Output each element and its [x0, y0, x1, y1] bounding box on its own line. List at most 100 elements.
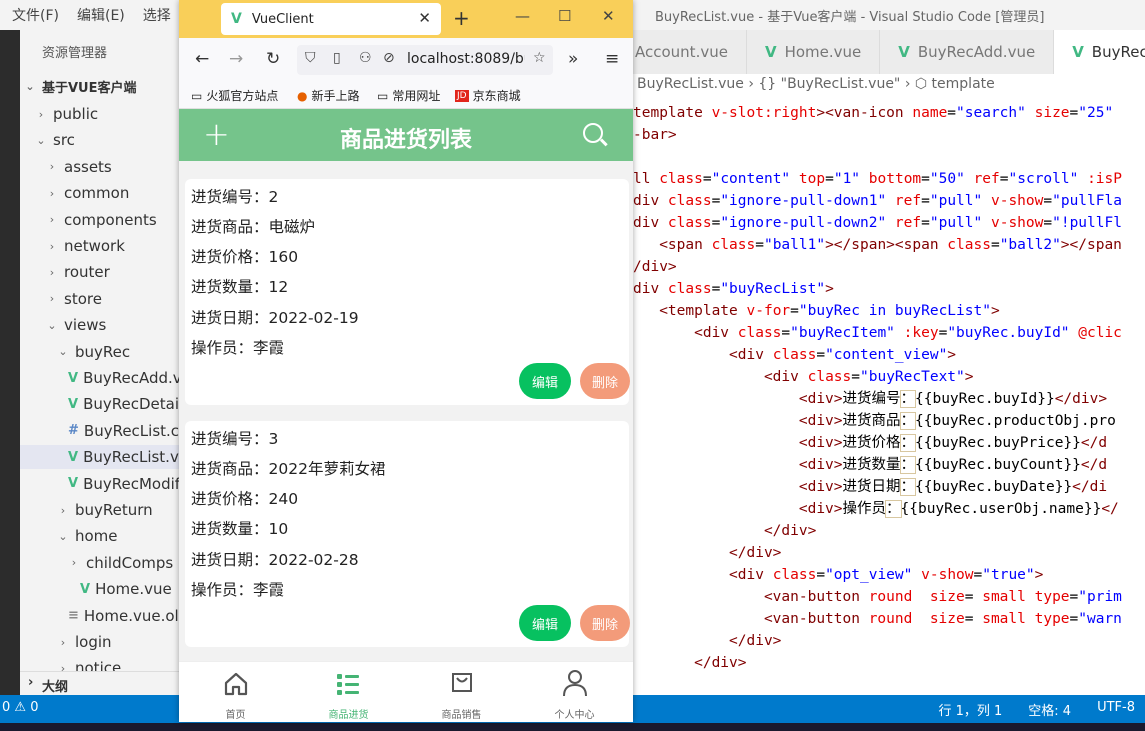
problems-count[interactable]: 0 ⚠ 0 — [2, 700, 38, 715]
reload-icon[interactable]: ↻ — [266, 49, 280, 69]
tree-item[interactable]: #BuyRecList.css — [20, 419, 180, 443]
code-line: <div>进货编号：{{buyRec.buyId}}</div> — [633, 390, 1108, 408]
menu-icon[interactable]: ≡ — [605, 49, 619, 69]
window-close-icon[interactable]: ✕ — [602, 7, 615, 25]
buyrec-card[interactable]: 进货编号：3 进货商品：2022年萝莉女裙 进货价格：240 进货数量：10 进… — [185, 421, 630, 647]
chevron-right-icon: › — [49, 186, 55, 200]
delete-button[interactable]: 删除 — [580, 605, 630, 641]
cursor-position[interactable]: 行 1，列 1 — [938, 700, 1002, 719]
tree-item[interactable]: › router — [20, 260, 180, 284]
tracking-icon[interactable]: ⊘ — [383, 50, 395, 66]
tree-item[interactable]: VBuyRecAdd.vue — [20, 366, 180, 390]
code-line: template v-slot:right><van-icon name="se… — [633, 105, 1114, 121]
chevron-right-icon: › — [60, 635, 66, 649]
tab-profile[interactable]: 个人中心 — [518, 662, 631, 722]
tree-item[interactable]: ⌄ buyRec — [20, 340, 180, 364]
buy-count: 进货数量：10 — [191, 520, 289, 538]
tree-item[interactable]: › buyReturn — [20, 498, 180, 522]
tab-sales[interactable]: 商品销售 — [405, 662, 518, 722]
tab-home[interactable]: 首页 — [179, 662, 292, 722]
tree-item[interactable]: › common — [20, 181, 180, 205]
project-root[interactable]: ⌄ 基于VUE客户端 — [20, 74, 180, 98]
minimize-icon[interactable]: — — [515, 7, 530, 25]
chevron-down-icon: ⌄ — [58, 529, 68, 543]
bookmark-item[interactable]: JD 京东商城 — [455, 87, 521, 104]
shield-icon[interactable]: ⛉ — [305, 50, 316, 66]
delete-button[interactable]: 删除 — [580, 363, 630, 399]
tree-item[interactable]: VBuyRecDetail.vue — [20, 392, 180, 416]
code-line: <van-button round size= small type="warn — [633, 611, 1122, 627]
code-editor[interactable]: Account.vue V Home.vue V BuyRecAdd.vue V Bu… — [633, 30, 1145, 695]
tree-item-label: views — [64, 316, 107, 335]
tree-item[interactable]: › network — [20, 234, 180, 258]
tree-item-label: store — [64, 289, 102, 308]
breadcrumb[interactable]: BuyRecList.vue › {} "BuyRecList.vue" › ⬡… — [633, 76, 1145, 98]
tree-item[interactable]: V Home.vue — [20, 577, 180, 601]
tree-item[interactable]: ⌄ views — [20, 313, 180, 337]
new-tab-button[interactable]: + — [453, 6, 470, 30]
tab-buyreclist[interactable]: V BuyRecList.vue — [1054, 30, 1145, 74]
close-icon[interactable]: ✕ — [418, 9, 431, 27]
bookmark-star-icon[interactable]: ☆ — [533, 50, 546, 66]
tree-item[interactable]: ⌄ home — [20, 524, 180, 548]
edit-button[interactable]: 编辑 — [519, 363, 571, 399]
tree-item[interactable]: › store — [20, 287, 180, 311]
taskbar-strip — [0, 723, 1145, 731]
overflow-icon[interactable]: » — [568, 49, 578, 69]
chevron-down-icon: ⌄ — [47, 318, 57, 332]
buyrec-card[interactable]: 进货编号：2 进货商品：电磁炉 进货价格：160 进货数量：12 进货日期：20… — [185, 179, 630, 405]
buy-date: 进货日期：2022-02-28 — [191, 551, 359, 569]
search-icon[interactable] — [583, 123, 603, 143]
outline-section[interactable]: › 大纲 — [20, 671, 180, 696]
outline-label: 大纲 — [42, 680, 69, 695]
code-line: <template v-for="buyRec in buyRecList"> — [633, 303, 1000, 319]
tree-item[interactable]: ⌄ src — [20, 128, 180, 152]
vue-file-icon: V — [68, 476, 79, 492]
tree-item[interactable]: VBuyRecModify.vue — [20, 472, 180, 496]
tab-buyrecadd[interactable]: V BuyRecAdd.vue — [880, 30, 1055, 74]
tree-item-label: network — [64, 237, 125, 255]
tree-item[interactable]: › components — [20, 208, 180, 232]
encoding[interactable]: UTF-8 — [1097, 700, 1135, 719]
url-bar[interactable]: ⛉ ▯ ⚇ ⊘ localhost:8089/buyRec ☆ — [297, 45, 553, 75]
code-line: <div class="content_view"> — [633, 347, 957, 363]
bookmark-item[interactable]: ▭ 火狐官方站点 — [191, 87, 278, 104]
maximize-icon[interactable]: ☐ — [558, 7, 571, 25]
vscode-menubar: 文件(F) 编辑(E) 选择 — [12, 5, 171, 25]
menu-edit[interactable]: 编辑(E) — [77, 5, 125, 25]
bookmark-item[interactable]: ▭ 常用网址 — [377, 87, 440, 104]
code-line: <div class="buyRecItem" :key="buyRec.buy… — [633, 325, 1122, 341]
menu-file[interactable]: 文件(F) — [12, 5, 59, 25]
tree-item-label: router — [64, 263, 110, 282]
url-text[interactable]: localhost:8089/buyRec — [407, 51, 525, 67]
tree-item[interactable]: › childComps — [20, 551, 180, 575]
permissions-icon[interactable]: ⚇ — [359, 50, 372, 66]
buy-operator: 操作员：李霞 — [191, 581, 285, 599]
browser-tab[interactable]: V VueClient ✕ — [221, 3, 441, 35]
tree-item-label: src — [53, 131, 75, 150]
forward-icon[interactable]: → — [229, 49, 243, 69]
tab-home[interactable]: V Home.vue — [747, 30, 881, 74]
bookmark-item[interactable]: ● 新手上路 — [297, 87, 360, 104]
tree-item[interactable]: › public — [20, 102, 180, 126]
indentation[interactable]: 空格: 4 — [1028, 700, 1071, 719]
tab-label: 个人中心 — [554, 710, 595, 721]
chevron-right-icon: › — [49, 292, 55, 306]
menu-selection[interactable]: 选择 — [143, 5, 171, 25]
code-line: </div> — [633, 655, 747, 671]
activity-bar — [0, 30, 20, 714]
tree-item[interactable]: VBuyRecList.vue — [20, 445, 180, 470]
tree-item[interactable]: › login — [20, 630, 180, 654]
tab-label: BuyRecAdd.vue — [917, 43, 1036, 61]
shopping-bag-icon — [452, 673, 472, 692]
code-lines[interactable]: template v-slot:right><van-icon name="se… — [633, 102, 1145, 692]
tree-item[interactable]: ≡ Home.vue.old — [20, 604, 180, 628]
back-icon[interactable]: ← — [195, 49, 209, 69]
tree-item[interactable]: › assets — [20, 155, 180, 179]
tab-buyrec[interactable]: 商品进货 — [292, 662, 405, 722]
tab-account[interactable]: Account.vue — [633, 30, 747, 74]
edit-button[interactable]: 编辑 — [519, 605, 571, 641]
chevron-right-icon: › — [49, 239, 55, 253]
explorer-panel: 资源管理器 ⌄ 基于VUE客户端 › public ⌄ src › assets › comm… — [20, 30, 180, 695]
buyrec-list[interactable]: 进货编号：2 进货商品：电磁炉 进货价格：160 进货数量：12 进货日期：20… — [179, 161, 633, 661]
